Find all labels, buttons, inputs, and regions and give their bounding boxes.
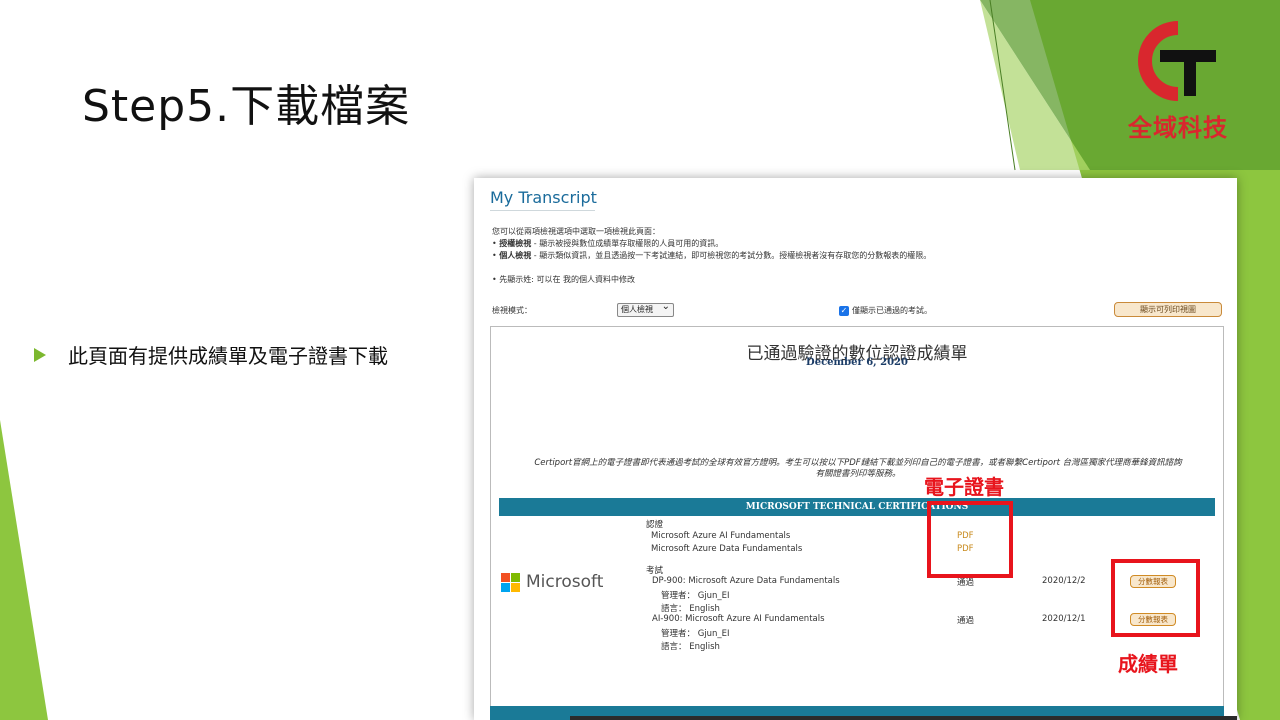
certificate-annotation-label: 電子證書 (924, 475, 1004, 499)
exam-admin: 管理者： Gjun_EI (661, 591, 730, 601)
exam-language: 語言： English (661, 642, 720, 652)
exam-section-title: 考試 (646, 566, 664, 576)
cert-name: Microsoft Azure AI Fundamentals (651, 531, 791, 541)
exam-name[interactable]: AI-900: Microsoft Azure AI Fundamentals (652, 614, 825, 624)
decorative-green-shape-left (0, 420, 60, 720)
exam-date: 2020/12/2 (1042, 576, 1086, 586)
checkbox-checked-icon[interactable]: ✓ (839, 305, 849, 316)
vendor-name: Microsoft (526, 572, 604, 592)
transcript-screenshot: My Transcript 您可以從兩項檢視選項中選取一項檢視此頁面： • 授權… (474, 178, 1237, 720)
transcript-annotation-label: 成績單 (1118, 652, 1178, 676)
heading-underline (490, 210, 595, 211)
exam-date: 2020/12/1 (1042, 614, 1086, 624)
company-name: 全域科技 (1128, 114, 1228, 142)
passed-only-label: 僅顯示已通過的考試。 (852, 306, 932, 315)
page-heading: My Transcript (490, 188, 597, 207)
transcript-date: December 6, 2020 (806, 357, 908, 368)
exam-language: 語言： English (661, 604, 720, 614)
bullet-point: 此頁面有提供成績單及電子證書下載 (34, 340, 388, 369)
triangle-bullet-icon (34, 347, 46, 362)
exam-name[interactable]: DP-900: Microsoft Azure Data Fundamental… (652, 576, 840, 586)
cert-name: Microsoft Azure Data Fundamentals (651, 544, 803, 554)
microsoft-squares-icon (501, 572, 520, 592)
microsoft-logo: Microsoft (501, 572, 603, 592)
printable-view-button[interactable]: 顯示可列印視圖 (1114, 302, 1222, 317)
exam-status: 通過 (957, 616, 975, 626)
taskbar-strip (570, 716, 1237, 720)
info-item-authorized: • 授權檢視 - 顯示被授與數位成績單存取權限的人員可用的資訊。 (492, 239, 724, 248)
info-item-personal: • 個人檢視 - 顯示類似資訊，並且透過按一下考試連結，即可檢視您的考試分數。授… (492, 251, 932, 260)
view-mode-label: 檢視模式： (492, 306, 532, 315)
exam-admin: 管理者： Gjun_EI (661, 629, 730, 639)
cert-section-title: 認證 (646, 520, 664, 530)
intro-text: 您可以從兩項檢視選項中選取一項檢視此頁面： (492, 227, 660, 236)
slide-title: Step5.下載檔案 (82, 81, 411, 132)
passed-only-checkbox-wrap[interactable]: ✓ 僅顯示已通過的考試。 (839, 305, 932, 316)
transcript-description: Certiport官網上的電子證書即代表通過考試的全球有效官方證明。考生可以按以… (534, 458, 1182, 479)
view-options-info: 您可以從兩項檢視選項中選取一項檢視此頁面： • 授權檢視 - 顯示被授與數位成績… (492, 226, 931, 262)
certification-banner: MICROSOFT TECHNICAL CERTIFICATIONS (499, 498, 1215, 516)
name-note: • 先顯示姓: 可以在 我的個人資料中修改 (492, 275, 636, 284)
transcript-highlight-box (1111, 559, 1200, 637)
view-mode-select[interactable]: 個人檢視 (617, 301, 674, 317)
transcript-document: 已通過驗證的數位認證成績單 December 6, 2020 Certiport… (490, 326, 1224, 720)
bullet-text: 此頁面有提供成績單及電子證書下載 (68, 344, 388, 368)
certificate-highlight-box (927, 501, 1013, 578)
